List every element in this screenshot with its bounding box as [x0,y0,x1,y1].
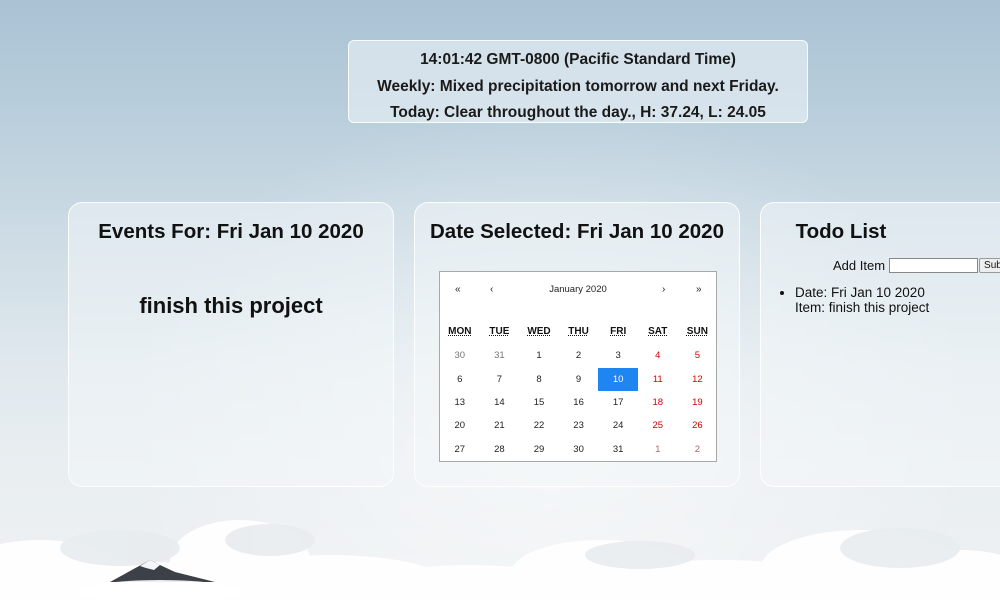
weekday-label: SAT [648,326,668,337]
todo-item-text: Item: finish this project [795,300,930,315]
todo-item-date: Date: Fri Jan 10 2020 [795,285,925,300]
calendar-day[interactable]: 6 [440,368,480,391]
calendar-day[interactable]: 1 [519,344,559,367]
calendar-day[interactable]: 3 [598,344,638,367]
calendar-day[interactable]: 24 [598,414,638,437]
weather-widget: 14:01:42 GMT-0800 (Pacific Standard Time… [348,40,808,123]
calendar-day[interactable]: 16 [559,391,599,414]
calendar-day[interactable]: 13 [440,391,480,414]
calendar-day[interactable]: 2 [678,438,718,461]
weekday-label: THU [568,326,589,337]
add-item-input[interactable] [889,258,979,273]
calendar-day[interactable]: 29 [519,438,559,461]
event-item: finish this project [139,293,323,318]
calendar-day[interactable]: 2 [559,344,599,367]
weekday-label: TUE [489,326,510,337]
todo-list-item: Date: Fri Jan 10 2020 Item: finish this … [795,285,929,315]
calendar-day[interactable]: 25 [638,414,678,437]
calendar-day[interactable]: 17 [598,391,638,414]
date-selected-title: Date Selected: Fri Jan 10 2020 [430,220,724,243]
calendar-day[interactable]: 4 [638,344,678,367]
calendar-day[interactable]: 23 [559,414,599,437]
calendar-day[interactable]: 20 [440,414,480,437]
calendar-day[interactable]: 1 [638,438,678,461]
weekday-label: FRI [610,326,627,337]
calendar-widget: « ‹ January 2020 › » MON TUE WED THU FRI… [439,271,717,462]
calendar-week-row: 20 21 22 23 24 25 26 [440,414,718,437]
calendar-day[interactable]: 12 [678,368,718,391]
todo-title: Todo List [795,220,887,243]
calendar-day[interactable]: 15 [519,391,559,414]
add-item-form: Add Item Submit [833,258,1000,273]
today-forecast: Today: Clear throughout the day., H: 37.… [390,104,766,121]
calendar-day[interactable]: 8 [519,368,559,391]
current-time: 14:01:42 GMT-0800 (Pacific Standard Time… [420,51,736,68]
calendar-day[interactable]: 5 [678,344,718,367]
events-panel: Events For: Fri Jan 10 2020 finish this … [68,202,394,487]
calendar-day[interactable]: 22 [519,414,559,437]
calendar-day[interactable]: 31 [480,344,520,367]
todo-list: Date: Fri Jan 10 2020 Item: finish this … [795,285,929,315]
weekday-label: WED [527,326,551,337]
add-item-label: Add Item [833,258,886,273]
weekday-header-row: MON TUE WED THU FRI SAT SUN [440,326,718,337]
calendar-week-row: 6 7 8 9 10 11 12 [440,368,718,391]
todo-panel: Todo List Add Item Submit Date: Fri Jan … [760,202,1000,487]
calendar-day[interactable]: 18 [638,391,678,414]
calendar-day[interactable]: 27 [440,438,480,461]
calendar-day[interactable]: 31 [598,438,638,461]
calendar-day[interactable]: 28 [480,438,520,461]
calendar-day-selected[interactable]: 10 [598,368,638,391]
calendar-day[interactable]: 26 [678,414,718,437]
next-year-button[interactable]: » [696,284,702,295]
calendar-day[interactable]: 30 [559,438,599,461]
calendar-day[interactable]: 11 [638,368,678,391]
weekly-forecast: Weekly: Mixed precipitation tomorrow and… [377,77,779,95]
next-month-button[interactable]: › [662,284,665,295]
calendar-day[interactable]: 21 [480,414,520,437]
calendar-week-row: 30 31 1 2 3 4 5 [440,344,718,367]
calendar-day[interactable]: 19 [678,391,718,414]
events-title: Events For: Fri Jan 10 2020 [98,220,364,243]
weekday-label: MON [448,326,472,337]
submit-button[interactable]: Submit [979,258,1000,273]
calendar-day[interactable]: 14 [480,391,520,414]
calendar-panel: Date Selected: Fri Jan 10 2020 « ‹ Janua… [414,202,740,487]
weekday-label: SUN [686,326,708,337]
calendar-week-row: 27 28 29 30 31 1 2 [440,438,718,461]
calendar-week-row: 13 14 15 16 17 18 19 [440,391,718,414]
calendar-month-label[interactable]: January 2020 [440,284,716,295]
calendar-day[interactable]: 7 [480,368,520,391]
calendar-day[interactable]: 9 [559,368,599,391]
calendar-day[interactable]: 30 [440,344,480,367]
